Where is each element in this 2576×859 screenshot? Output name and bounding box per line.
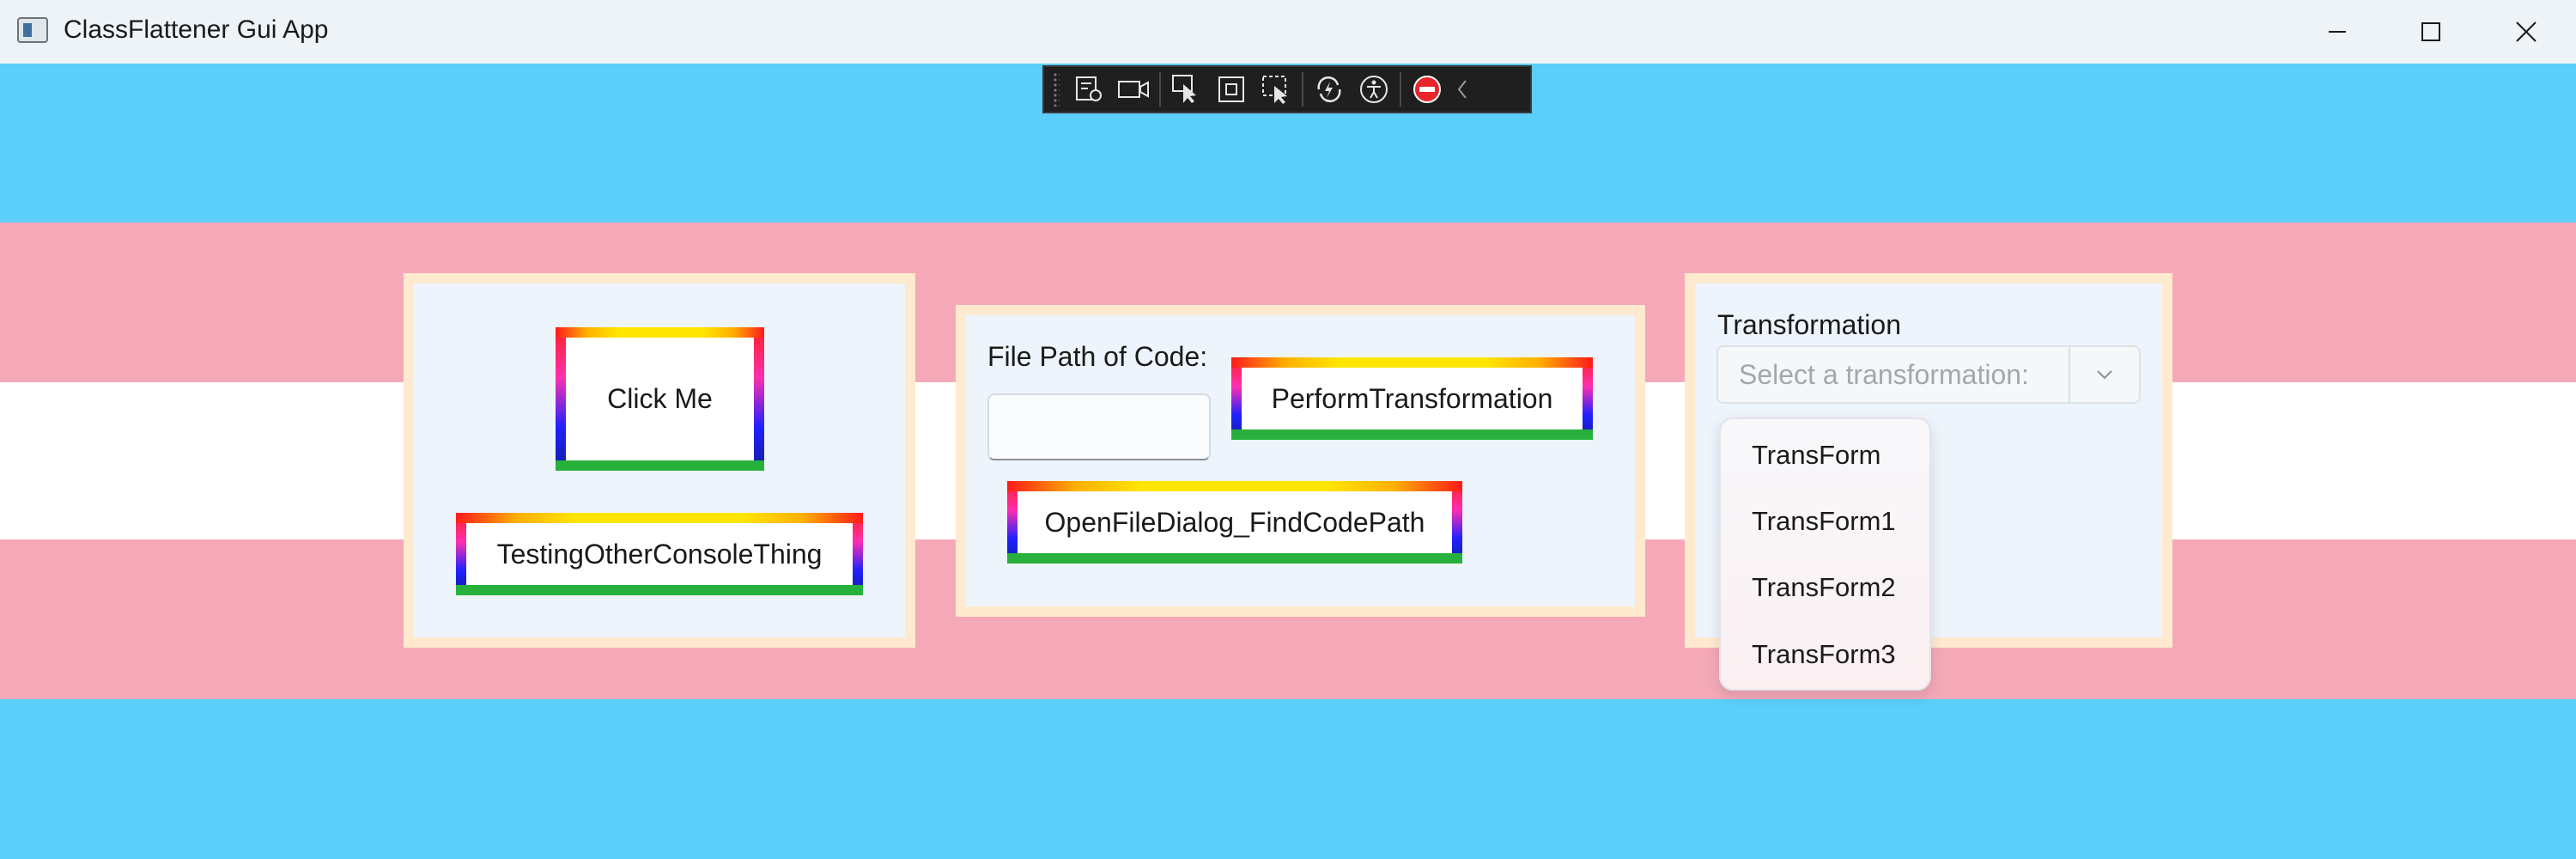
file-path-input[interactable] [987,393,1211,460]
select-cursor-icon [1172,75,1196,103]
toolbar-separator [1302,72,1303,107]
dropdown-option[interactable]: TransForm [1752,440,1880,471]
maximize-icon [2421,22,2440,41]
title-bar: ClassFlattener Gui App [0,0,2576,64]
accessibility-button[interactable] [1352,67,1396,112]
testing-button-label: TestingOtherConsoleThing [466,523,853,585]
transformation-label: Transformation [1717,309,1901,340]
file-path-label: File Path of Code: [987,341,1208,372]
disable-button[interactable] [1405,67,1449,112]
drag-grip-icon[interactable] [1053,72,1060,107]
close-icon [2516,21,2537,42]
click-me-label: Click Me [566,338,754,460]
collapse-toolbar-button[interactable] [1449,67,1475,112]
window-title: ClassFlattener Gui App [64,15,329,44]
maximize-button[interactable] [2383,0,2479,64]
testing-other-console-thing-button[interactable]: TestingOtherConsoleThing [456,513,863,595]
combobox-toggle[interactable] [2087,359,2122,390]
dropdown-option[interactable]: TransForm2 [1752,572,1896,603]
camera-icon [1118,81,1149,98]
transformation-combobox[interactable]: Select a transformation: [1716,345,2141,404]
live-visual-tree-button[interactable] [1066,67,1111,112]
perform-button-label: PerformTransformation [1242,368,1583,430]
display-layout-adorners-button[interactable] [1209,67,1254,112]
layout-adorner-icon [1218,76,1244,102]
hot-reload-button[interactable] [1307,67,1352,112]
select-element-button[interactable] [1164,67,1209,112]
visual-tree-icon [1076,76,1102,101]
perform-transformation-button[interactable]: PerformTransformation [1231,357,1593,440]
stop-icon [1413,76,1441,103]
minimize-button[interactable] [2289,0,2385,64]
app-icon [17,17,48,43]
track-focus-button[interactable] [1254,67,1298,112]
toolbar-separator [1400,72,1401,107]
record-button[interactable] [1111,67,1156,112]
dropdown-option[interactable]: TransForm1 [1752,506,1896,537]
track-focus-icon [1262,76,1287,104]
dropdown-option[interactable]: TransForm3 [1752,639,1896,670]
open-file-button-label: OpenFileDialog_FindCodePath [1018,491,1452,553]
combobox-divider [2069,347,2070,402]
transformation-dropdown-list: TransForm TransForm1 TransForm2 TransFor… [1719,417,1931,691]
minimize-icon [2329,31,2346,33]
combobox-placeholder: Select a transformation: [1739,359,2029,390]
flag-stripe-blue-bottom [0,699,2576,859]
chevron-down-icon [2097,370,2112,380]
debug-toolbar [1042,65,1532,113]
toolbar-separator [1159,72,1161,107]
open-file-dialog-button[interactable]: OpenFileDialog_FindCodePath [1007,481,1462,564]
click-me-button[interactable]: Click Me [556,327,764,471]
close-button[interactable] [2478,0,2574,64]
hot-reload-icon [1317,76,1341,102]
chevron-left-icon [1457,80,1467,99]
accessibility-icon [1360,76,1388,103]
